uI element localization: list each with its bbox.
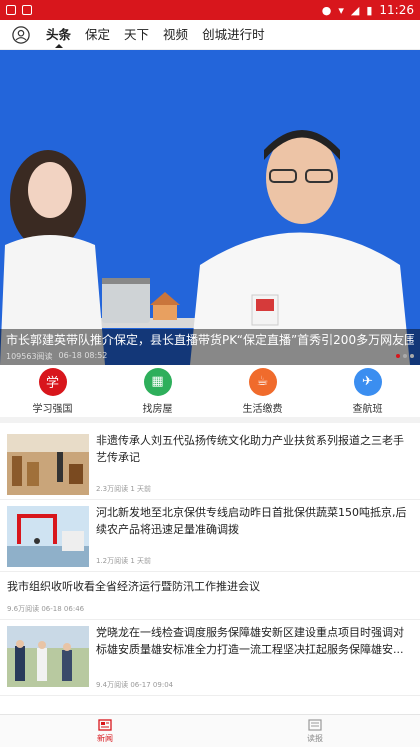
news-feed: 非遗传承人刘五代弘扬传统文化助力产业扶贫系列报道之三老手艺传承记 2.3万阅读 … bbox=[0, 428, 420, 696]
tab-read-paper[interactable]: 读报 bbox=[210, 715, 420, 747]
location-icon: ● bbox=[321, 3, 332, 17]
hero-image bbox=[0, 50, 420, 365]
news-meta: 2.3万阅读 1 天前 bbox=[96, 485, 152, 493]
quick-pay-bills[interactable]: ☕ 生活缴费 bbox=[223, 367, 303, 415]
wifi-icon: ▾ bbox=[338, 3, 344, 17]
quick-study-label: 学习强国 bbox=[32, 403, 73, 415]
news-title: 河北新发地至北京保供专线启动昨日首批保供蔬菜150吨抵京,后续农产品将迅速足量准… bbox=[96, 506, 407, 536]
quick-flights-label: 查航班 bbox=[352, 403, 383, 415]
quick-flights[interactable]: ✈ 查航班 bbox=[328, 367, 408, 415]
study-icon: 学 bbox=[38, 367, 67, 396]
cup-icon: ☕ bbox=[248, 367, 277, 396]
signal-icon: ◢ bbox=[350, 3, 360, 17]
clock: 11:26 bbox=[379, 3, 414, 17]
battery-icon: ▮ bbox=[366, 3, 373, 17]
news-thumbnail bbox=[7, 434, 89, 495]
tab-news-label: 新闻 bbox=[97, 733, 113, 743]
top-nav: 头条 保定 天下 视频 创城进行时 bbox=[0, 20, 420, 50]
tab-world[interactable]: 天下 bbox=[124, 20, 149, 50]
list-item[interactable]: 非遗传承人刘五代弘扬传统文化助力产业扶贫系列报道之三老手艺传承记 2.3万阅读 … bbox=[0, 428, 420, 500]
quick-find-house-label: 找房屋 bbox=[142, 403, 173, 415]
quick-find-house[interactable]: ▦ 找房屋 bbox=[118, 367, 198, 415]
tab-baoding[interactable]: 保定 bbox=[85, 20, 110, 50]
bottom-tab-bar: 新闻 读报 bbox=[0, 714, 420, 747]
tab-headlines[interactable]: 头条 bbox=[46, 20, 71, 50]
news-thumbnail bbox=[7, 626, 89, 687]
news-thumbnail bbox=[7, 506, 89, 567]
news-meta: 9.6万阅读 06-18 06:46 bbox=[7, 605, 85, 613]
user-icon[interactable] bbox=[12, 25, 30, 44]
list-item[interactable]: 党晓龙在一线检查调度服务保障雄安新区建设重点项目时强调对标雄安质量雄安标准全力打… bbox=[0, 620, 420, 696]
quick-pay-bills-label: 生活缴费 bbox=[242, 403, 283, 415]
building-icon: ▦ bbox=[143, 367, 172, 396]
hero-title: 市长郭建英带队推介保定，县长直播带货PK“保定直播”首秀引200多万网友围观 bbox=[6, 333, 414, 347]
news-title: 非遗传承人刘五代弘扬传统文化助力产业扶贫系列报道之三老手艺传承记 bbox=[96, 434, 404, 464]
tab-read-paper-label: 读报 bbox=[307, 733, 323, 743]
news-title: 我市组织收听收看全省经济运行暨防汛工作推进会议 bbox=[7, 580, 260, 593]
plane-icon: ✈ bbox=[353, 367, 382, 396]
hero-banner[interactable]: 市长郭建英带队推介保定，县长直播带货PK“保定直播”首秀引200多万网友围观 1… bbox=[0, 50, 420, 365]
hero-date: 06-18 08:52 bbox=[58, 351, 108, 360]
quick-actions: 学 学习强国 ▦ 找房屋 ☕ 生活缴费 ✈ 查航班 bbox=[0, 365, 420, 423]
newspaper-icon bbox=[98, 718, 112, 731]
paper-icon bbox=[308, 718, 322, 731]
app-notification-icon bbox=[22, 5, 32, 15]
list-item[interactable]: 我市组织收听收看全省经济运行暨防汛工作推进会议 9.6万阅读 06-18 06:… bbox=[0, 572, 420, 620]
notification-icon bbox=[6, 5, 16, 15]
hero-caption: 市长郭建英带队推介保定，县长直播带货PK“保定直播”首秀引200多万网友围观 1… bbox=[0, 329, 420, 365]
list-item[interactable]: 河北新发地至北京保供专线启动昨日首批保供蔬菜150吨抵京,后续农产品将迅速足量准… bbox=[0, 500, 420, 572]
carousel-indicator bbox=[396, 354, 414, 358]
status-bar: ● ▾ ◢ ▮ 11:26 bbox=[0, 0, 420, 20]
hero-reads: 109563阅读 bbox=[6, 352, 53, 361]
tab-news[interactable]: 新闻 bbox=[0, 715, 210, 747]
quick-study[interactable]: 学 学习强国 bbox=[13, 367, 93, 415]
news-title: 党晓龙在一线检查调度服务保障雄安新区建设重点项目时强调对标雄安质量雄安标准全力打… bbox=[96, 626, 404, 656]
news-meta: 9.4万阅读 06-17 09:04 bbox=[96, 681, 174, 689]
tab-video[interactable]: 视频 bbox=[163, 20, 188, 50]
news-meta: 1.2万阅读 1 天前 bbox=[96, 557, 152, 565]
tab-civic-city[interactable]: 创城进行时 bbox=[202, 20, 265, 50]
